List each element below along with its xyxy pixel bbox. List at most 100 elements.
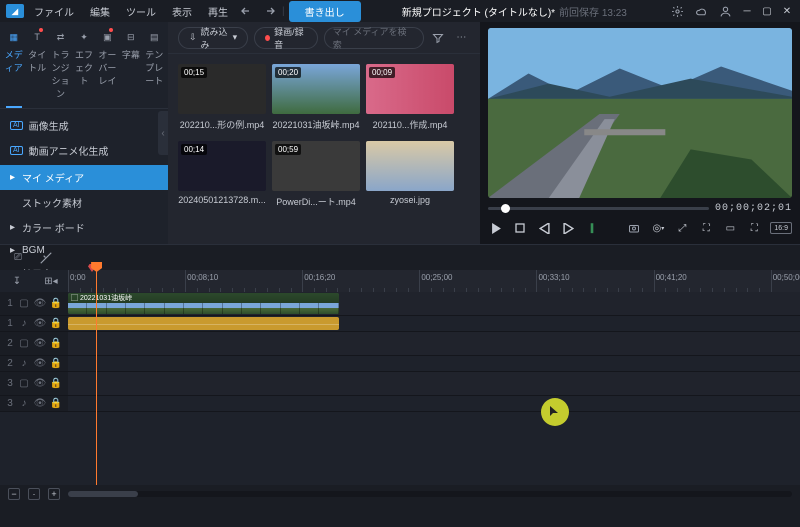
room-tab-6[interactable]: ▤テンプレート [143,26,166,108]
undo-icon[interactable] [238,2,256,20]
track-lane[interactable] [68,332,800,356]
track-header[interactable]: 3♪👁🔒 [0,396,68,412]
redo-icon[interactable] [260,2,278,20]
dock-icon[interactable]: ▭ [722,220,738,236]
play-icon[interactable] [488,220,504,236]
track-lane[interactable]: ▢ 20221031油坂峠 [68,292,800,316]
media-thumb-2[interactable]: 00;09202110...作成.mp4 [366,64,454,131]
app-logo: ◢ [6,4,24,18]
media-thumb-4[interactable]: 00;59PowerDi...ート.mp4 [272,141,360,208]
timeline-clip-audio[interactable] [68,317,339,330]
ai-video-gen[interactable]: AI動画アニメ化生成 [0,138,168,163]
preview-scrubber[interactable]: 00;00;02;01 [488,200,792,216]
timeline: ↧ ⊞◂ 0;0000;08;1000;16;2000;25;0000;33;1… [0,270,800,503]
media-thumb-3[interactable]: 00;1420240501213728.m... [178,141,266,208]
timeline-ruler[interactable]: 0;0000;08;1000;16;2000;25;0000;33;1000;4… [68,270,800,292]
stop-icon[interactable] [512,220,528,236]
ruler-label: 00;33;10 [538,273,569,282]
quality-icon[interactable]: ◎▾ [650,220,666,236]
window-min-icon[interactable]: ─ [740,4,754,18]
track-video-3: 3▢👁🔒 [0,372,800,396]
tl-tool-razor[interactable] [36,248,56,268]
aspect-badge[interactable]: 16:9 [770,222,792,234]
zoom-in-icon[interactable]: + [48,488,60,500]
workspace: ▦メディアTタイトル⇄トランジション✦エフェクト▣オーバーレイ⊟字幕▤テンプレー… [0,22,800,244]
project-title: 新規プロジェクト (タイトルなし)*前回保存 13:23 [365,4,664,19]
tl-tool-adjust[interactable]: ⎚ [8,248,28,268]
panel-collapse-handle[interactable]: ‹ [158,111,168,155]
track-header[interactable]: 1♪👁🔒 [0,316,68,332]
window-close-icon[interactable]: ✕ [780,4,794,18]
track-header[interactable]: 1▢👁🔒 [0,292,68,316]
zoom-reset-icon[interactable]: · [28,488,40,500]
media-toolbar: ⇩読み込み▾ 録画/録音 マイ メディアを検索 ⋯ [168,22,480,54]
snapshot-icon[interactable] [626,220,642,236]
track-audio-1: 1♪👁🔒 [0,316,800,332]
menubar: ◢ ファイル 編集 ツール 表示 再生 | 書き出し 新規プロジェクト (タイト… [0,0,800,22]
menu-file[interactable]: ファイル [28,2,80,21]
room-tabs: ▦メディアTタイトル⇄トランジション✦エフェクト▣オーバーレイ⊟字幕▤テンプレー… [0,22,168,109]
nav-item-0[interactable]: ▸マイ メディア [0,165,168,190]
export-button[interactable]: 書き出し [289,1,361,22]
timeline-marker[interactable] [88,264,96,272]
menu-edit[interactable]: 編集 [84,2,116,21]
tl-marker-icon[interactable]: ↧ [8,273,26,289]
media-thumb-1[interactable]: 00;2020221031油坂峠.mp4 [272,64,360,131]
library-sidebar: ▦メディアTタイトル⇄トランジション✦エフェクト▣オーバーレイ⊟字幕▤テンプレー… [0,22,168,244]
room-tab-2[interactable]: ⇄トランジション [49,26,72,108]
timeline-footer: − · + [0,485,800,503]
scrubber-handle[interactable] [501,204,510,213]
nav-item-2[interactable]: ▸カラー ボード [0,215,168,240]
room-tab-1[interactable]: Tタイトル [25,26,48,108]
media-grid: 00;15202210...形の例.mp400;2020221031油坂峠.mp… [168,54,480,244]
timeline-hscroll[interactable] [68,491,792,497]
preview-controls: ∥ ◎▾ ⤢ ⛶ ▭ ⛶ 16:9 [488,216,792,240]
nav-item-1[interactable]: ストック素材 [0,190,168,215]
frame-prev-icon[interactable] [536,220,552,236]
media-panel: ‹ ⇩読み込み▾ 録画/録音 マイ メディアを検索 ⋯ 00;15202210.… [168,22,480,244]
crop-icon[interactable]: ⤢ [674,220,690,236]
frame-next-icon[interactable] [560,220,576,236]
tl-snap-icon[interactable]: ⊞◂ [42,273,60,289]
ruler-label: 00;25;00 [421,273,452,282]
import-button[interactable]: ⇩読み込み▾ [178,27,248,49]
track-video-2: 2▢👁🔒 [0,332,800,356]
window-max-icon[interactable]: ▢ [760,4,774,18]
more-icon[interactable]: ⋯ [453,28,470,48]
track-header[interactable]: 2♪👁🔒 [0,356,68,372]
track-lane[interactable] [68,356,800,372]
ruler-label: 00;08;10 [187,273,218,282]
ai-image-gen[interactable]: AI画像生成 [0,113,168,138]
preview-panel: 00;00;02;01 ∥ ◎▾ ⤢ ⛶ ▭ ⛶ 16:9 [480,22,800,244]
account-icon[interactable] [716,2,734,20]
pause-icon[interactable]: ∥ [584,220,600,236]
zoom-out-icon[interactable]: − [8,488,20,500]
media-search-input[interactable]: マイ メディアを検索 [324,27,424,49]
room-tab-5[interactable]: ⊟字幕 [119,26,142,108]
filter-icon[interactable] [430,28,447,48]
media-thumb-5[interactable]: zyosei.jpg [366,141,454,208]
cloud-icon[interactable] [692,2,710,20]
menu-tools[interactable]: ツール [120,2,162,21]
fullscreen-icon[interactable]: ⛶ [746,220,762,236]
menu-view[interactable]: 表示 [166,2,198,21]
track-header[interactable]: 2▢👁🔒 [0,332,68,356]
timeline-clip-video[interactable]: ▢ 20221031油坂峠 [68,293,339,314]
preview-timecode: 00;00;02;01 [715,203,792,214]
timeline-tracks: 1▢👁🔒▢ 20221031油坂峠1♪👁🔒2▢👁🔒2♪👁🔒3▢👁🔒3♪👁🔒 [0,292,800,485]
preview-stage[interactable] [488,28,792,198]
menu-play[interactable]: 再生 [202,2,234,21]
settings-icon[interactable] [668,2,686,20]
fit-screen-icon[interactable]: ⛶ [698,220,714,236]
track-video-1: 1▢👁🔒▢ 20221031油坂峠 [0,292,800,316]
track-header[interactable]: 3▢👁🔒 [0,372,68,396]
track-lane[interactable] [68,372,800,396]
hscroll-thumb[interactable] [68,491,138,497]
room-tab-0[interactable]: ▦メディア [2,26,25,108]
track-lane[interactable] [68,396,800,412]
room-tab-3[interactable]: ✦エフェクト [72,26,95,108]
media-thumb-0[interactable]: 00;15202210...形の例.mp4 [178,64,266,131]
room-tab-4[interactable]: ▣オーバーレイ [96,26,119,108]
track-lane[interactable] [68,316,800,332]
record-button[interactable]: 録画/録音 [254,27,318,49]
